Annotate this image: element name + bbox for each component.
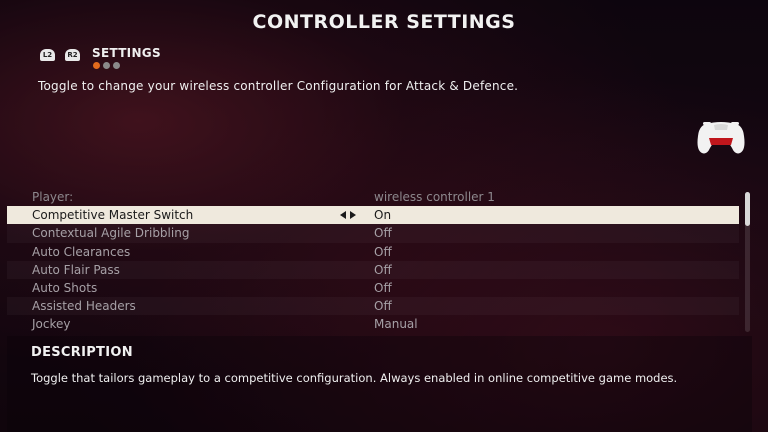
setting-label: Competitive Master Switch <box>32 208 194 223</box>
setting-label: Contextual Agile Dribbling <box>32 226 190 241</box>
scrollbar-thumb[interactable] <box>745 192 750 226</box>
setting-label: Auto Shots <box>32 280 98 295</box>
arrow-right-icon[interactable] <box>350 211 356 220</box>
page-dot <box>103 62 110 69</box>
scrollbar[interactable] <box>745 192 750 332</box>
player-label: Player: <box>32 190 74 204</box>
player-row: Player: wireless controller 1 <box>7 188 739 206</box>
page-indicator <box>93 62 120 69</box>
setting-value: Off <box>374 244 392 259</box>
setting-value: Off <box>374 262 392 277</box>
page-subtitle: Toggle to change your wireless controlle… <box>38 79 519 93</box>
setting-label: Auto Flair Pass <box>32 262 120 277</box>
gamepad-icon <box>697 122 745 154</box>
setting-row-auto-flair-pass[interactable]: Auto Flair Pass Off <box>7 261 739 279</box>
description-heading: DESCRIPTION <box>31 345 133 360</box>
setting-label: Assisted Headers <box>32 299 136 314</box>
setting-value: Off <box>374 226 392 241</box>
page-dot-active <box>93 62 100 69</box>
setting-label: Jockey <box>32 317 71 332</box>
value-arrows[interactable] <box>340 206 356 224</box>
setting-label: Auto Clearances <box>32 244 131 259</box>
setting-value: On <box>374 208 392 223</box>
setting-row-contextual-agile-dribbling[interactable]: Contextual Agile Dribbling Off <box>7 224 739 242</box>
setting-row-assisted-headers[interactable]: Assisted Headers Off <box>7 297 739 315</box>
l2-bumper-icon[interactable]: L2 <box>40 49 55 61</box>
breadcrumb: SETTINGS <box>92 46 161 60</box>
setting-row-competitive-master-switch[interactable]: Competitive Master Switch On <box>7 206 739 225</box>
setting-row-jockey[interactable]: Jockey Manual <box>7 315 739 333</box>
r2-bumper-icon[interactable]: R2 <box>65 49 80 61</box>
page-dot <box>113 62 120 69</box>
description-text: Toggle that tailors gameplay to a compet… <box>31 371 678 385</box>
setting-row-auto-shots[interactable]: Auto Shots Off <box>7 279 739 297</box>
setting-value: Manual <box>374 317 418 332</box>
settings-list: Player: wireless controller 1 Competitiv… <box>7 188 739 334</box>
player-value: wireless controller 1 <box>374 190 495 204</box>
setting-value: Off <box>374 299 392 314</box>
page-title: CONTROLLER SETTINGS <box>252 11 516 33</box>
setting-value: Off <box>374 280 392 295</box>
setting-row-auto-clearances[interactable]: Auto Clearances Off <box>7 243 739 261</box>
arrow-left-icon[interactable] <box>340 211 346 220</box>
